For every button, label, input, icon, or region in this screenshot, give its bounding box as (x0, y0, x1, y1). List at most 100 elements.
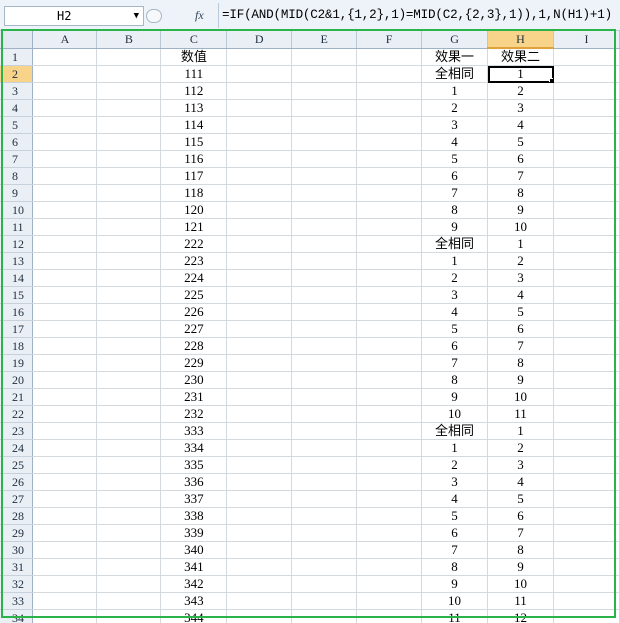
cell-i8[interactable] (553, 167, 620, 185)
cell-d34[interactable] (226, 609, 293, 623)
cell-h22[interactable]: 11 (487, 405, 554, 423)
cell-e2[interactable] (291, 65, 358, 83)
cell-f3[interactable] (356, 82, 423, 100)
cell-b5[interactable] (96, 116, 162, 134)
cell-b15[interactable] (96, 286, 162, 304)
cell-e30[interactable] (291, 541, 358, 559)
row-header[interactable]: 6 (0, 133, 34, 151)
cell-c3[interactable]: 112 (160, 82, 228, 100)
column-header-e[interactable]: E (291, 31, 358, 49)
cell-c10[interactable]: 120 (160, 201, 228, 219)
cell-a12[interactable] (32, 235, 98, 253)
cell-e8[interactable] (291, 167, 358, 185)
row-header[interactable]: 26 (0, 473, 34, 491)
cell-i33[interactable] (553, 592, 620, 610)
row-header[interactable]: 27 (0, 490, 34, 508)
cell-a33[interactable] (32, 592, 98, 610)
select-all-corner[interactable] (0, 31, 34, 49)
cell-h26[interactable]: 4 (487, 473, 554, 491)
cell-a32[interactable] (32, 575, 98, 593)
row-header[interactable]: 10 (0, 201, 34, 219)
name-box-dropdown-icon[interactable]: ▼ (134, 7, 139, 25)
cell-a19[interactable] (32, 354, 98, 372)
cell-a22[interactable] (32, 405, 98, 423)
cell-e7[interactable] (291, 150, 358, 168)
cell-g22[interactable]: 10 (421, 405, 489, 423)
cell-b33[interactable] (96, 592, 162, 610)
cell-d33[interactable] (226, 592, 293, 610)
row-header[interactable]: 9 (0, 184, 34, 202)
cell-f22[interactable] (356, 405, 423, 423)
cell-f19[interactable] (356, 354, 423, 372)
cell-d13[interactable] (226, 252, 293, 270)
name-box[interactable]: H2 ▼ (4, 6, 144, 26)
cell-c16[interactable]: 226 (160, 303, 228, 321)
cell-b7[interactable] (96, 150, 162, 168)
cell-g26[interactable]: 3 (421, 473, 489, 491)
cell-h4[interactable]: 3 (487, 99, 554, 117)
cell-i10[interactable] (553, 201, 620, 219)
cell-f24[interactable] (356, 439, 423, 457)
cell-c11[interactable]: 121 (160, 218, 228, 236)
cell-c4[interactable]: 113 (160, 99, 228, 117)
row-header[interactable]: 29 (0, 524, 34, 542)
cell-a31[interactable] (32, 558, 98, 576)
cell-g12[interactable]: 全相同 (421, 235, 489, 253)
cell-f8[interactable] (356, 167, 423, 185)
cell-a25[interactable] (32, 456, 98, 474)
cell-a16[interactable] (32, 303, 98, 321)
cell-i25[interactable] (553, 456, 620, 474)
cell-a9[interactable] (32, 184, 98, 202)
cell-a23[interactable] (32, 422, 98, 440)
cell-d8[interactable] (226, 167, 293, 185)
cell-i9[interactable] (553, 184, 620, 202)
cell-a10[interactable] (32, 201, 98, 219)
cell-f31[interactable] (356, 558, 423, 576)
cell-i28[interactable] (553, 507, 620, 525)
cell-d28[interactable] (226, 507, 293, 525)
cell-h21[interactable]: 10 (487, 388, 554, 406)
cell-b30[interactable] (96, 541, 162, 559)
row-header[interactable]: 22 (0, 405, 34, 423)
cell-d30[interactable] (226, 541, 293, 559)
cell-c8[interactable]: 117 (160, 167, 228, 185)
cell-b10[interactable] (96, 201, 162, 219)
cell-a14[interactable] (32, 269, 98, 287)
cell-f29[interactable] (356, 524, 423, 542)
cell-f34[interactable] (356, 609, 423, 623)
cell-e12[interactable] (291, 235, 358, 253)
cell-d19[interactable] (226, 354, 293, 372)
cell-g14[interactable]: 2 (421, 269, 489, 287)
cell-i27[interactable] (553, 490, 620, 508)
cell-d31[interactable] (226, 558, 293, 576)
cell-h10[interactable]: 9 (487, 201, 554, 219)
row-header[interactable]: 7 (0, 150, 34, 168)
cell-c23[interactable]: 333 (160, 422, 228, 440)
cell-i29[interactable] (553, 524, 620, 542)
cell-h7[interactable]: 6 (487, 150, 554, 168)
cell-g10[interactable]: 8 (421, 201, 489, 219)
cell-g16[interactable]: 4 (421, 303, 489, 321)
cell-h3[interactable]: 2 (487, 82, 554, 100)
cell-c30[interactable]: 340 (160, 541, 228, 559)
cell-h29[interactable]: 7 (487, 524, 554, 542)
cell-g1[interactable]: 效果一 (421, 48, 489, 66)
cell-i23[interactable] (553, 422, 620, 440)
cell-i14[interactable] (553, 269, 620, 287)
cell-g19[interactable]: 7 (421, 354, 489, 372)
column-header-c[interactable]: C (160, 31, 228, 49)
row-header[interactable]: 33 (0, 592, 34, 610)
cell-h30[interactable]: 8 (487, 541, 554, 559)
cell-e17[interactable] (291, 320, 358, 338)
cell-b32[interactable] (96, 575, 162, 593)
cell-g4[interactable]: 2 (421, 99, 489, 117)
cell-d9[interactable] (226, 184, 293, 202)
row-header[interactable]: 20 (0, 371, 34, 389)
cell-b19[interactable] (96, 354, 162, 372)
cell-c31[interactable]: 341 (160, 558, 228, 576)
cell-c15[interactable]: 225 (160, 286, 228, 304)
cell-b16[interactable] (96, 303, 162, 321)
cell-c28[interactable]: 338 (160, 507, 228, 525)
cell-e18[interactable] (291, 337, 358, 355)
cell-e33[interactable] (291, 592, 358, 610)
